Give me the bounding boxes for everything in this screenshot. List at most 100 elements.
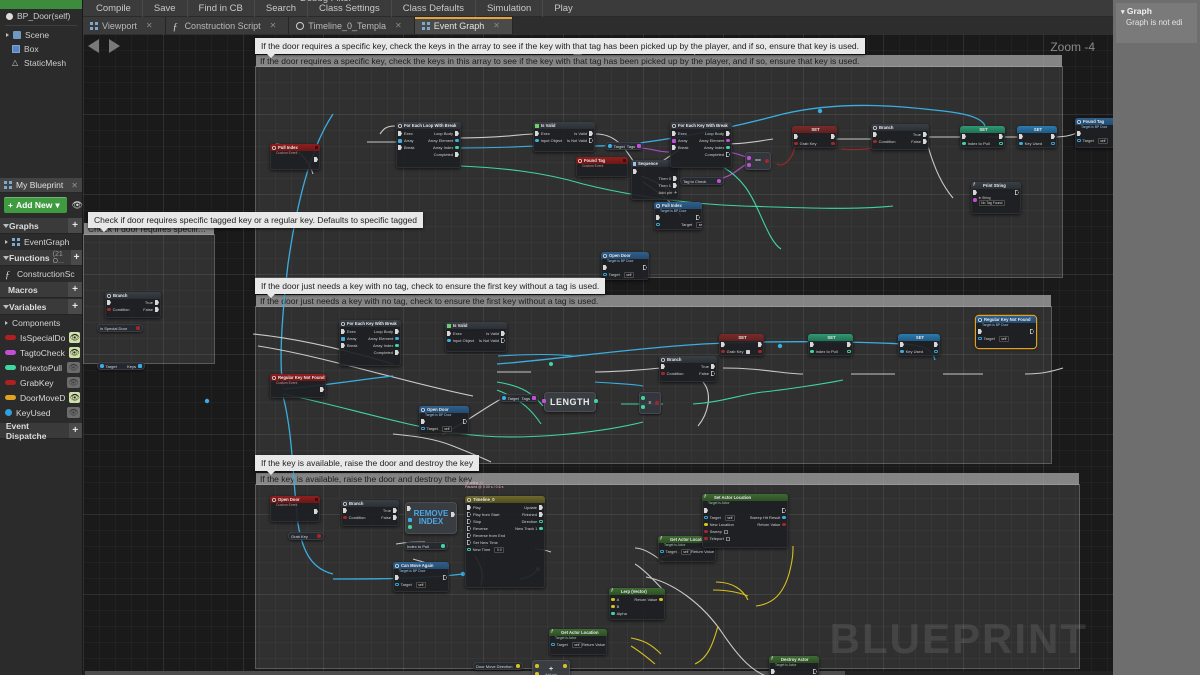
node-get-door-move-direction[interactable]: Door Move Direction xyxy=(473,662,523,670)
node-for-each-loop-with-break-1[interactable]: For Each Loop With Break Exec Loop Body … xyxy=(396,122,461,168)
value-out-pin[interactable] xyxy=(516,664,520,668)
input-a-pin[interactable] xyxy=(641,396,645,400)
return-out-pin[interactable] xyxy=(659,597,663,602)
value-out-pin[interactable] xyxy=(847,350,851,354)
value-out-pin[interactable] xyxy=(1051,142,1055,146)
false-out-pin[interactable] xyxy=(393,515,397,520)
node-open-door-event[interactable]: Open Door Custom Event xyxy=(270,496,320,522)
new-location-in-pin[interactable] xyxy=(704,522,708,527)
exec-in-pin[interactable] xyxy=(873,132,877,137)
input-b-pin[interactable] xyxy=(747,163,751,167)
element-out-pin[interactable] xyxy=(726,138,730,143)
value-in-pin[interactable] xyxy=(962,141,966,146)
element-out-pin[interactable] xyxy=(455,138,459,143)
exec-in-pin[interactable] xyxy=(978,329,982,334)
play-from-start-in-pin[interactable] xyxy=(467,512,471,517)
toolbar-simulation-button[interactable]: Simulation xyxy=(476,0,544,17)
exec-in-pin[interactable] xyxy=(1019,134,1023,139)
target-in-pin[interactable] xyxy=(502,396,506,400)
node-get-tag-to-check[interactable]: Tag to Check xyxy=(680,177,724,185)
exec-out-pin[interactable] xyxy=(314,157,318,162)
node-destroy-actor[interactable]: ƒ Destroy Actor Target is Actor Target xyxy=(769,656,819,675)
completed-out-pin[interactable] xyxy=(455,152,459,157)
node-set-grab-key-1[interactable]: SET Grab Key xyxy=(792,126,837,148)
target-in-pin[interactable] xyxy=(1077,139,1081,143)
close-icon[interactable]: ✕ xyxy=(71,181,78,190)
exec-out-pin[interactable] xyxy=(589,138,593,143)
node-equals-comparison[interactable]: == xyxy=(745,152,771,170)
tab-my-blueprint[interactable]: My Blueprint ✕ xyxy=(0,178,82,193)
scrollbar-thumb[interactable] xyxy=(85,671,845,675)
array-in-pin[interactable] xyxy=(398,138,402,143)
bool-checkbox[interactable] xyxy=(745,349,750,354)
horizontal-scrollbar[interactable] xyxy=(83,671,1113,675)
node-set-grab-key-2[interactable]: SET Grab Key xyxy=(719,334,764,356)
true-out-pin[interactable] xyxy=(711,364,715,369)
sweep-checkbox[interactable] xyxy=(724,530,728,534)
set-new-time-in-pin[interactable] xyxy=(467,540,471,545)
sweep-hit-out-pin[interactable] xyxy=(782,515,786,520)
chevron-right-icon[interactable] xyxy=(6,33,9,37)
close-icon[interactable]: ✕ xyxy=(493,21,500,30)
exec-in-pin[interactable] xyxy=(794,134,798,139)
value-in-pin[interactable] xyxy=(794,141,798,146)
result-out-pin[interactable] xyxy=(765,159,769,163)
true-out-pin[interactable] xyxy=(393,508,397,513)
node-branch-1[interactable]: Branch True Condition False xyxy=(871,124,929,150)
exec-out-pin[interactable] xyxy=(1015,190,1019,195)
variable-row[interactable]: KeyUsed 👁 xyxy=(0,405,82,420)
node-set-key-used-2[interactable]: SET Key Used xyxy=(898,334,940,356)
exec-in-pin[interactable] xyxy=(633,169,637,174)
array-in-pin[interactable] xyxy=(341,336,345,341)
exec-in-pin[interactable] xyxy=(672,131,676,136)
exec-out-pin[interactable] xyxy=(320,387,324,392)
section-macros[interactable]: Macros + xyxy=(0,282,82,298)
value-out-pin[interactable] xyxy=(441,544,445,548)
node-equals-zero-comparison[interactable]: ≡ xyxy=(639,392,661,414)
event-pin[interactable] xyxy=(315,146,318,149)
event-graph-canvas[interactable]: BP_Door > Event Graph Zoom -4 BLUEPRINT xyxy=(83,34,1113,675)
array-in-pin[interactable] xyxy=(408,518,412,522)
section-event-dispatchers[interactable]: Event Dispatche + xyxy=(0,421,82,441)
node-print-string[interactable]: ƒ Print String In String No Tag Found xyxy=(971,182,1021,214)
exec-in-pin[interactable] xyxy=(962,134,966,139)
node-get-tags-1[interactable]: Target Tags xyxy=(605,142,643,150)
node-timeline[interactable]: Timeline_0 Play Update Play from Start F… xyxy=(465,496,545,588)
break-in-pin[interactable] xyxy=(398,145,402,150)
forward-arrow-icon[interactable] xyxy=(109,39,120,53)
target-in-pin[interactable] xyxy=(978,337,982,341)
tags-out-pin[interactable] xyxy=(637,144,642,148)
target-in-pin[interactable] xyxy=(608,144,612,148)
target-value[interactable]: self xyxy=(680,548,691,555)
value-in-pin[interactable] xyxy=(900,349,904,354)
tab-construction-script[interactable]: ƒ Construction Script ✕ xyxy=(165,17,290,34)
node-set-index-to-pull-2[interactable]: SET Index to Pull xyxy=(808,334,853,356)
add-function-button[interactable]: + xyxy=(70,250,82,265)
string-in-pin[interactable] xyxy=(973,198,977,202)
node-is-valid-1[interactable]: Is Valid Exec Is Valid Input Object Is N… xyxy=(533,122,595,152)
tab-event-graph[interactable]: Event Graph ✕ xyxy=(414,17,513,34)
eye-icon[interactable]: 👁 xyxy=(69,332,80,343)
eye-icon[interactable]: 👁 xyxy=(67,407,80,418)
exec-in-pin[interactable] xyxy=(656,215,660,220)
tab-timeline-template[interactable]: Timeline_0_Templa ✕ xyxy=(289,17,415,34)
add-new-button[interactable]: + Add New ▾ xyxy=(4,197,67,213)
exec-in-pin[interactable] xyxy=(447,331,451,336)
close-icon[interactable]: ✕ xyxy=(270,21,277,30)
exec-in-pin[interactable] xyxy=(395,575,399,580)
target-in-pin[interactable] xyxy=(395,583,399,587)
node-get-index-to-pull[interactable]: Index to Pull xyxy=(404,542,448,550)
node-regular-key-not-found-event[interactable]: Regular Key Not Found Custom Event xyxy=(270,374,326,398)
finished-out-pin[interactable] xyxy=(539,512,543,517)
close-icon[interactable]: ✕ xyxy=(146,21,153,30)
target-value[interactable]: self xyxy=(724,514,735,521)
value-out-pin[interactable] xyxy=(999,142,1003,146)
stop-in-pin[interactable] xyxy=(467,519,471,524)
target-value[interactable]: self xyxy=(998,335,1009,342)
exec-out-pin[interactable] xyxy=(314,509,318,514)
node-set-key-used-1[interactable]: SET Key Used xyxy=(1017,126,1057,148)
node-open-door-call-1[interactable]: Open Door Target is BP Door Target self xyxy=(601,252,649,280)
eye-icon[interactable]: 👁 xyxy=(72,200,83,211)
value-out-pin[interactable] xyxy=(717,179,721,183)
node-get-target-keys[interactable]: Target Keys xyxy=(97,362,145,370)
